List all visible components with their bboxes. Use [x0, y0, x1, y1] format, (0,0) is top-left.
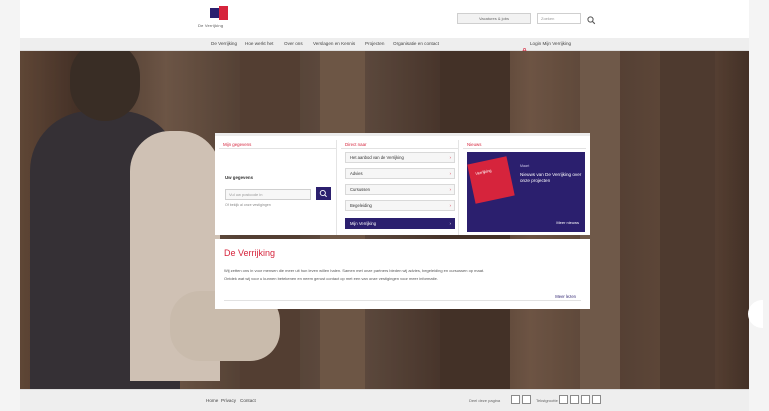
menu-item-account[interactable]: Mijn Verrijking ›	[345, 218, 455, 229]
footer-link-home[interactable]: Home	[206, 398, 218, 403]
nav-item-about[interactable]: Over ons	[284, 41, 303, 46]
menu-item-courses[interactable]: Cursussen ›	[345, 184, 455, 195]
my-details-heading: Mijn gegevens	[219, 140, 336, 149]
news-heading: Nieuws	[463, 140, 586, 149]
postcode-search-button[interactable]	[316, 187, 331, 200]
menu-item-guidance[interactable]: Begeleiding ›	[345, 200, 455, 211]
nav-item-reports[interactable]: Verslagen en Kennis	[313, 41, 355, 46]
quick-panel: Mijn gegevens Uw gegevens Vul uw postcod…	[215, 133, 590, 235]
chevron-right-icon: ›	[449, 155, 452, 160]
more-news-link[interactable]: Meer nieuws	[556, 220, 579, 225]
search-input[interactable]: Zoeken	[537, 13, 581, 24]
news-image: Verrijking	[467, 156, 515, 204]
text-size-medium-icon[interactable]	[570, 395, 579, 404]
menu-item-offer[interactable]: Het aanbod van de Verrijking ›	[345, 152, 455, 163]
nav-item-how[interactable]: Hoe werkt het	[245, 41, 273, 46]
share-label: Deel deze pagina	[469, 398, 501, 403]
direct-links-heading: Direct naar	[341, 140, 458, 149]
menu-item-label: Begeleiding	[350, 203, 372, 208]
intro-title: De Verrijking	[224, 248, 276, 258]
nav-item-projects[interactable]: Projecten	[365, 41, 384, 46]
chevron-right-icon: ›	[449, 221, 452, 226]
news-card[interactable]: Verrijking Maart Nieuws van De Verrijkin…	[467, 152, 585, 232]
my-details-column: Mijn gegevens Uw gegevens Vul uw postcod…	[219, 140, 337, 235]
logo-icon	[210, 6, 228, 20]
main-navigation: De Verrijking Hoe werkt het Over ons Ver…	[20, 38, 749, 54]
intro-text-line: Ontdek wat wij voor u kunnen betekenen e…	[224, 276, 438, 281]
text-size-large-icon[interactable]	[581, 395, 590, 404]
direct-links-column: Direct naar Het aanbod van de Verrijking…	[341, 140, 459, 235]
search-icon[interactable]	[586, 13, 597, 25]
locations-link[interactable]: Of bekijk al onze vestigingen	[225, 203, 271, 207]
nav-item-home[interactable]: De Verrijking	[211, 41, 237, 46]
text-size-xlarge-icon[interactable]	[592, 395, 601, 404]
site-logo[interactable]: De Verrijking	[198, 6, 238, 32]
chevron-right-icon: ›	[449, 203, 452, 208]
news-column: Nieuws Verrijking Maart Nieuws van De Ve…	[463, 140, 586, 235]
menu-item-label: Cursussen	[350, 187, 371, 192]
site-container: De Verrijking Vacatures & jobs Zoeken De…	[20, 0, 763, 411]
menu-item-advice[interactable]: Advies ›	[345, 168, 455, 179]
news-title[interactable]: Nieuws van De Verrijking over onze proje…	[520, 172, 582, 184]
login-link[interactable]: Login Mijn Verrijking	[530, 41, 571, 46]
intro-section: De Verrijking Wij zetten ons in voor men…	[215, 239, 590, 309]
read-more-link[interactable]: Meer lezen	[555, 294, 576, 299]
divider	[224, 300, 581, 301]
chevron-right-icon: ›	[449, 187, 452, 192]
news-date: Maart	[520, 164, 530, 168]
print-icon[interactable]	[522, 395, 531, 404]
menu-item-label: Advies	[350, 171, 363, 176]
lock-icon	[522, 41, 527, 54]
postcode-input[interactable]: Vul uw postcode in	[225, 189, 311, 200]
logo-text: De Verrijking	[198, 23, 224, 28]
intro-text-line: Wij zetten ons in voor mensen die meer u…	[224, 268, 485, 273]
vacature-button[interactable]: Vacatures & jobs	[457, 13, 531, 24]
footer-link-contact[interactable]: Contact	[240, 398, 256, 403]
text-size-label: Tekstgrootte	[536, 398, 558, 403]
footer-link-privacy[interactable]: Privacy	[221, 398, 236, 403]
postcode-label: Uw gegevens	[225, 175, 254, 180]
chevron-right-icon: ›	[449, 171, 452, 176]
news-image-label: Verrijking	[474, 167, 492, 177]
site-footer: Home Privacy Contact Deel deze pagina Te…	[20, 389, 749, 411]
text-size-small-icon[interactable]	[559, 395, 568, 404]
menu-item-label: Het aanbod van de Verrijking	[350, 155, 404, 160]
nav-item-contact[interactable]: Organisatie en contact	[393, 41, 439, 46]
menu-item-label: Mijn Verrijking	[350, 221, 377, 226]
site-header: De Verrijking Vacatures & jobs Zoeken	[20, 0, 749, 38]
share-icon[interactable]	[511, 395, 520, 404]
